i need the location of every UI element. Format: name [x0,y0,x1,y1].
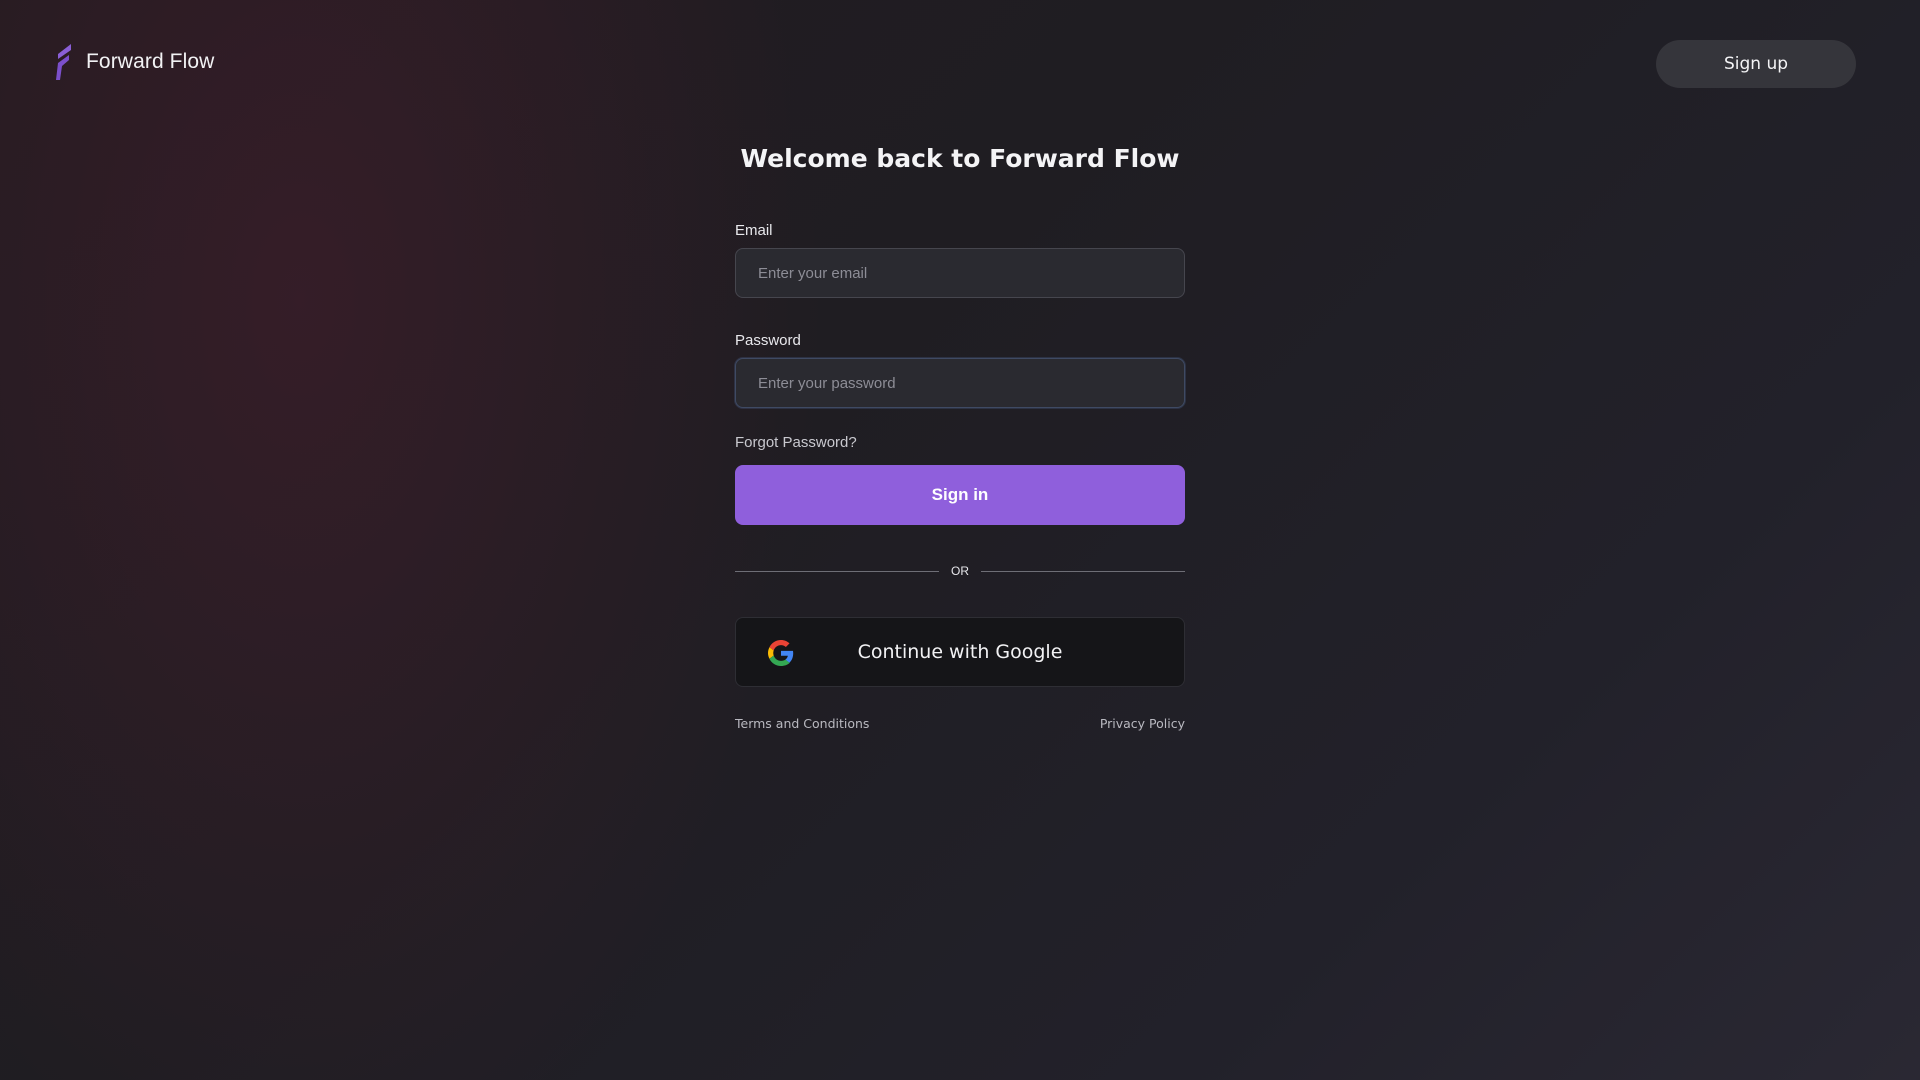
brand-name: Forward Flow [86,50,215,73]
sign-in-button[interactable]: Sign in [735,465,1185,525]
brand-logo[interactable]: Forward Flow [52,42,214,82]
divider-label: OR [951,564,969,578]
sign-up-button[interactable]: Sign up [1656,40,1856,88]
password-label: Password [735,332,801,349]
privacy-link[interactable]: Privacy Policy [1100,716,1185,731]
divider-line-left [735,570,939,572]
google-icon [768,640,794,666]
forgot-password-link[interactable]: Forgot Password? [735,434,1185,451]
divider-line-right [981,570,1185,572]
email-field[interactable] [735,248,1185,298]
password-field[interactable] [735,358,1185,408]
sign-in-form: Email Password Forgot Password? Sign in … [735,222,1185,731]
google-button-label: Continue with Google [857,641,1063,663]
continue-with-google-button[interactable]: Continue with Google [735,617,1185,687]
terms-link[interactable]: Terms and Conditions [735,716,869,731]
email-label: Email [735,222,773,239]
or-divider: OR [735,564,1185,578]
page-title: Welcome back to Forward Flow [740,144,1180,173]
footer-links: Terms and Conditions Privacy Policy [735,716,1185,731]
forward-flow-logo-icon [56,44,71,80]
